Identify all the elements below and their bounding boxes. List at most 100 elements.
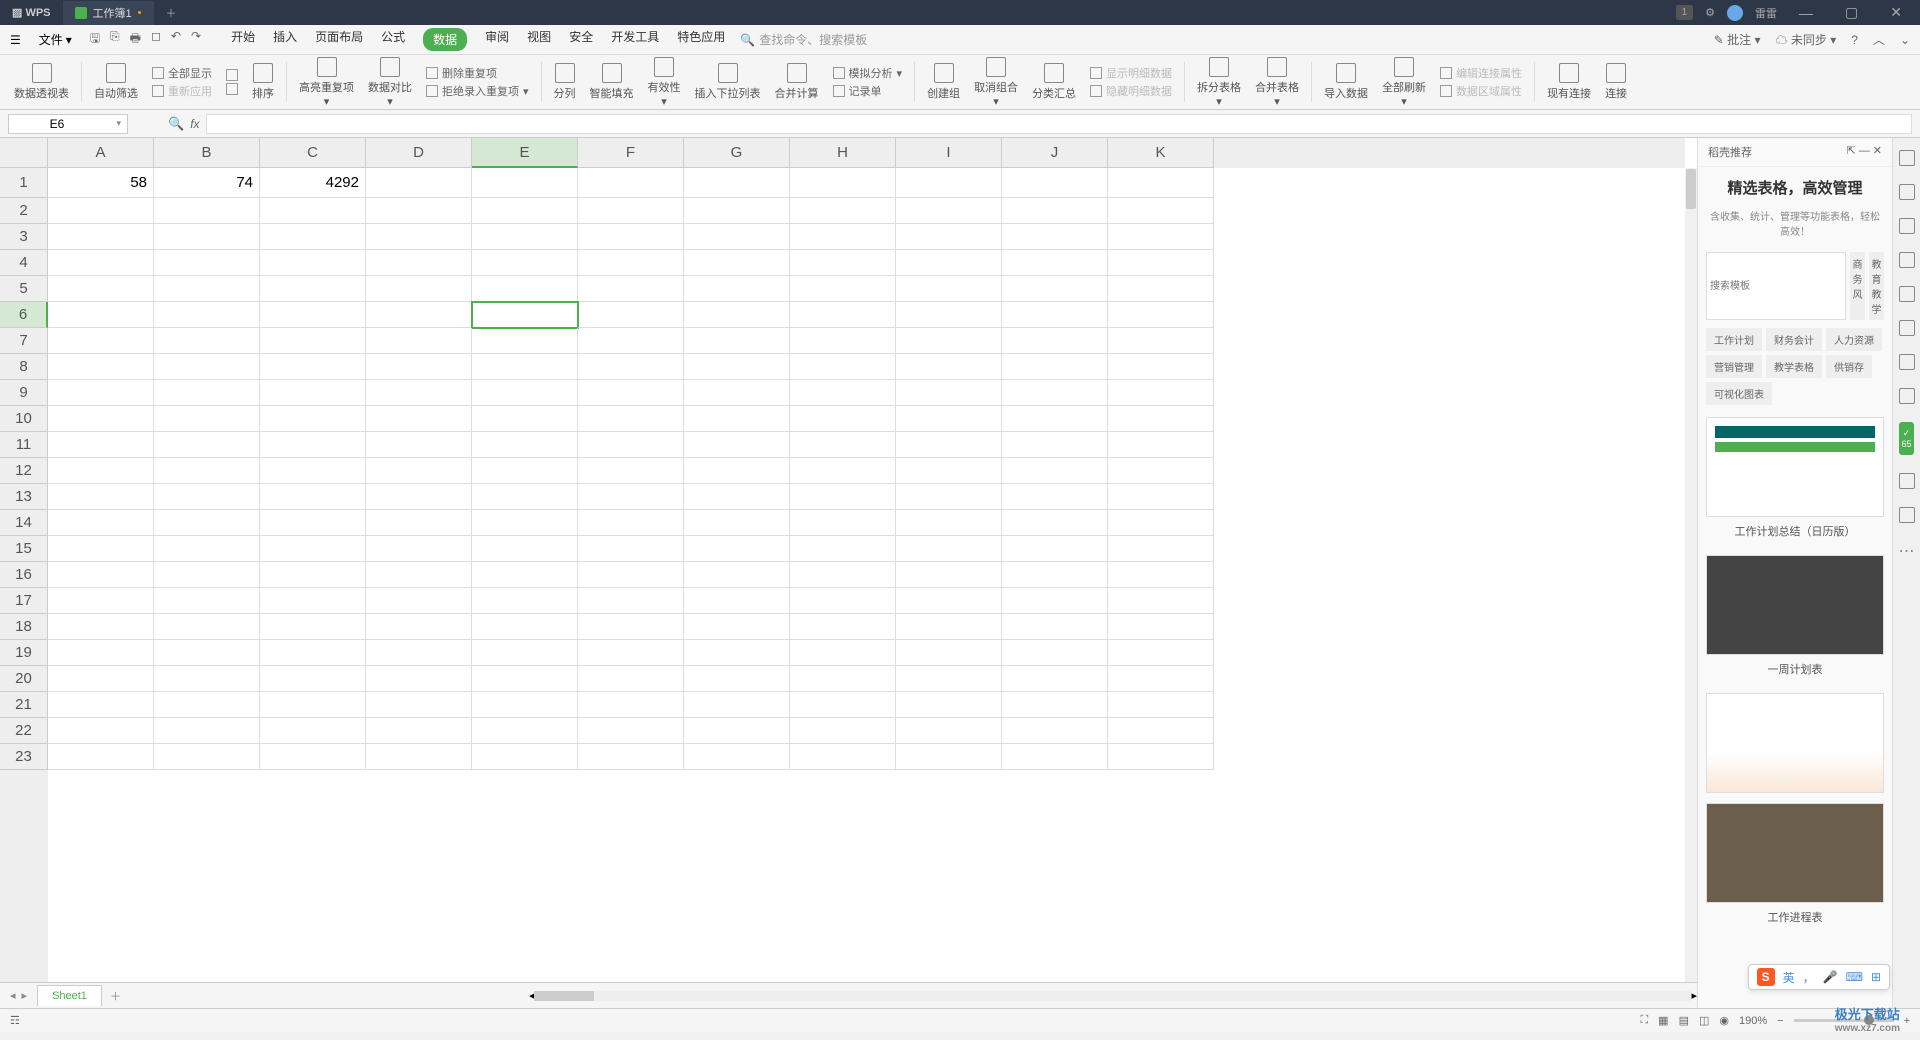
cell-K7[interactable] <box>1108 328 1214 354</box>
cell-D14[interactable] <box>366 510 472 536</box>
collapse-ribbon-icon[interactable]: ︿ <box>1873 31 1885 48</box>
cell-D3[interactable] <box>366 224 472 250</box>
minimize-button[interactable]: — <box>1789 1 1823 25</box>
document-tab[interactable]: 工作簿1 • <box>63 1 154 25</box>
cell-E12[interactable] <box>472 458 578 484</box>
cell-C21[interactable] <box>260 692 366 718</box>
cell-H23[interactable] <box>790 744 896 770</box>
print-preview-icon[interactable]: 🖶 <box>130 29 141 50</box>
cell-C13[interactable] <box>260 484 366 510</box>
cell-E10[interactable] <box>472 406 578 432</box>
cell-G4[interactable] <box>684 250 790 276</box>
cell-J8[interactable] <box>1002 354 1108 380</box>
cell-D12[interactable] <box>366 458 472 484</box>
panel-controls[interactable]: ⇱ — ✕ <box>1846 144 1882 160</box>
cell-A2[interactable] <box>48 198 154 224</box>
row-header-22[interactable]: 22 <box>0 718 48 744</box>
view-split-icon[interactable]: ◫ <box>1699 1014 1709 1027</box>
ime-mic-icon[interactable]: 🎤 <box>1823 970 1838 984</box>
cell-K10[interactable] <box>1108 406 1214 432</box>
cell-D9[interactable] <box>366 380 472 406</box>
cell-C6[interactable] <box>260 302 366 328</box>
cell-K4[interactable] <box>1108 250 1214 276</box>
cell-B19[interactable] <box>154 640 260 666</box>
cell-K23[interactable] <box>1108 744 1214 770</box>
cell-C20[interactable] <box>260 666 366 692</box>
split-table-button[interactable]: 拆分表格▾ <box>1191 55 1247 110</box>
cat-visual[interactable]: 可视化图表 <box>1706 382 1772 405</box>
cell-I4[interactable] <box>896 250 1002 276</box>
connections-button[interactable]: 连接 <box>1599 61 1633 103</box>
cell-G23[interactable] <box>684 744 790 770</box>
cell-G18[interactable] <box>684 614 790 640</box>
template-search-input[interactable] <box>1706 252 1846 320</box>
cell-C14[interactable] <box>260 510 366 536</box>
cell-G10[interactable] <box>684 406 790 432</box>
cell-K5[interactable] <box>1108 276 1214 302</box>
cell-I7[interactable] <box>896 328 1002 354</box>
cell-I19[interactable] <box>896 640 1002 666</box>
cell-C12[interactable] <box>260 458 366 484</box>
cell-A7[interactable] <box>48 328 154 354</box>
style-icon[interactable] <box>1899 218 1915 234</box>
search-box[interactable]: 🔍 查找命令、搜索模板 <box>740 31 867 48</box>
cat-workplan[interactable]: 工作计划 <box>1706 328 1762 351</box>
undo-icon[interactable]: ↶ <box>171 29 181 50</box>
cell-J20[interactable] <box>1002 666 1108 692</box>
cell-H7[interactable] <box>790 328 896 354</box>
cell-B18[interactable] <box>154 614 260 640</box>
merge-table-button[interactable]: 合并表格▾ <box>1249 55 1305 110</box>
cat-finance[interactable]: 财务会计 <box>1766 328 1822 351</box>
cell-J22[interactable] <box>1002 718 1108 744</box>
cell-C18[interactable] <box>260 614 366 640</box>
tab-special[interactable]: 特色应用 <box>677 28 725 51</box>
sheet-tab-sheet1[interactable]: Sheet1 <box>37 985 102 1006</box>
cell-I21[interactable] <box>896 692 1002 718</box>
cell-G5[interactable] <box>684 276 790 302</box>
cell-G20[interactable] <box>684 666 790 692</box>
cell-E9[interactable] <box>472 380 578 406</box>
cell-D11[interactable] <box>366 432 472 458</box>
tab-formula[interactable]: 公式 <box>381 28 405 51</box>
ime-grid-icon[interactable]: ⊞ <box>1871 970 1881 984</box>
cell-J5[interactable] <box>1002 276 1108 302</box>
cell-J19[interactable] <box>1002 640 1108 666</box>
cell-D21[interactable] <box>366 692 472 718</box>
auto-filter-button[interactable]: 自动筛选 <box>88 61 144 103</box>
validation-button[interactable]: 有效性▾ <box>642 55 687 110</box>
cell-G6[interactable] <box>684 302 790 328</box>
col-header-G[interactable]: G <box>684 138 790 168</box>
template-item-1[interactable]: 工作计划总结（日历版） <box>1706 417 1884 545</box>
cell-C10[interactable] <box>260 406 366 432</box>
cell-A10[interactable] <box>48 406 154 432</box>
row-header-4[interactable]: 4 <box>0 250 48 276</box>
group-button[interactable]: 创建组 <box>921 61 966 103</box>
cell-F6[interactable] <box>578 302 684 328</box>
cell-G7[interactable] <box>684 328 790 354</box>
cell-F18[interactable] <box>578 614 684 640</box>
cell-H14[interactable] <box>790 510 896 536</box>
cell-A16[interactable] <box>48 562 154 588</box>
cell-K16[interactable] <box>1108 562 1214 588</box>
cell-J6[interactable] <box>1002 302 1108 328</box>
tab-start[interactable]: 开始 <box>231 28 255 51</box>
tab-business[interactable]: 商务风 <box>1850 252 1865 320</box>
cell-D16[interactable] <box>366 562 472 588</box>
reading-icon[interactable]: ◉ <box>1719 1014 1729 1027</box>
cell-J17[interactable] <box>1002 588 1108 614</box>
cell-D2[interactable] <box>366 198 472 224</box>
cell-H3[interactable] <box>790 224 896 250</box>
row-header-12[interactable]: 12 <box>0 458 48 484</box>
tab-dev-tools[interactable]: 开发工具 <box>611 28 659 51</box>
cell-J12[interactable] <box>1002 458 1108 484</box>
cell-B20[interactable] <box>154 666 260 692</box>
cell-C3[interactable] <box>260 224 366 250</box>
row-header-7[interactable]: 7 <box>0 328 48 354</box>
cell-D7[interactable] <box>366 328 472 354</box>
subtotal-button[interactable]: 分类汇总 <box>1026 61 1082 103</box>
cell-K18[interactable] <box>1108 614 1214 640</box>
ungroup-button[interactable]: 取消组合▾ <box>968 55 1024 110</box>
lookup-icon[interactable]: 🔍 <box>168 116 184 132</box>
import-data-button[interactable]: 导入数据 <box>1318 61 1374 103</box>
cell-A23[interactable] <box>48 744 154 770</box>
